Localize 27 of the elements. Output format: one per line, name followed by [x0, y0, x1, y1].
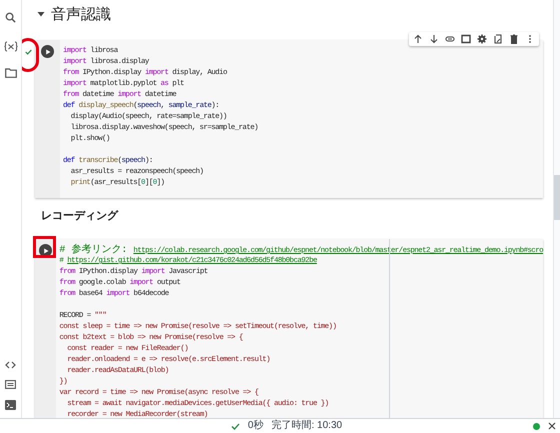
delete-icon[interactable] — [509, 34, 519, 44]
arrow-up-icon[interactable] — [413, 34, 423, 44]
code-icon[interactable] — [5, 361, 16, 369]
settings-icon[interactable] — [477, 34, 487, 44]
variables-icon[interactable] — [4, 41, 18, 52]
comment-icon[interactable] — [461, 34, 471, 44]
scrollbar-thumb[interactable] — [554, 175, 560, 220]
check-icon — [230, 422, 240, 430]
completion-time: 完了時間: 10:30 — [271, 421, 342, 431]
link-icon[interactable] — [445, 34, 455, 44]
code-comment: # 参考リンク: — [59, 245, 128, 256]
collapse-toggle-icon[interactable] — [37, 10, 45, 18]
arrow-down-icon[interactable] — [429, 34, 439, 44]
highlight-frame — [33, 236, 56, 258]
mirror-cell-icon[interactable] — [493, 34, 503, 44]
execution-duration: 0秒 — [248, 421, 264, 431]
play-icon — [42, 248, 49, 254]
text-cell-heading: レコーディング — [41, 208, 118, 224]
run-button[interactable] — [41, 45, 54, 58]
list-icon[interactable] — [5, 380, 16, 389]
close-icon[interactable] — [548, 422, 556, 430]
play-icon — [44, 48, 50, 54]
highlight-ring — [22, 38, 39, 72]
terminal-icon[interactable] — [5, 400, 16, 410]
folder-icon[interactable] — [4, 68, 16, 78]
search-icon[interactable] — [5, 12, 16, 23]
section-heading: 音声認識 — [51, 6, 111, 22]
